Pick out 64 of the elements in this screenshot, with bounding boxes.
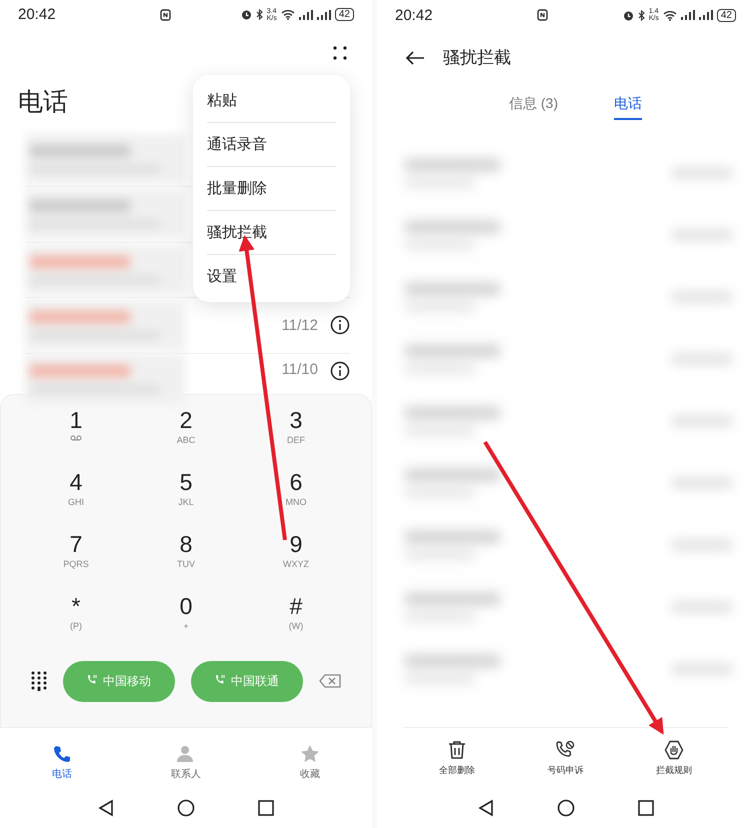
dial-key[interactable]: # (W): [241, 592, 351, 647]
dial-key[interactable]: 0 +: [131, 592, 241, 647]
dial-key[interactable]: 9 WXYZ: [241, 530, 351, 585]
toolbar-button[interactable]: 全部删除: [433, 738, 482, 778]
battery-indicator: 42: [334, 8, 354, 22]
menu-item[interactable]: 粘贴: [207, 79, 336, 123]
signal-icon: [680, 10, 695, 20]
menu-item[interactable]: 骚扰拦截: [207, 211, 336, 255]
phone-icon: [52, 744, 72, 764]
dial-key[interactable]: 4 GHI: [21, 468, 131, 523]
nfc-icon: [160, 8, 171, 21]
back-nav-icon[interactable]: [476, 798, 494, 816]
status-time: 20:42: [395, 6, 434, 24]
alarm-icon: [240, 9, 252, 20]
recents-nav-icon[interactable]: [257, 798, 275, 817]
bottom-tab[interactable]: 收藏: [280, 744, 340, 781]
wifi-icon: [280, 9, 295, 20]
backspace-icon[interactable]: [319, 674, 341, 688]
dialpad-icon[interactable]: [31, 671, 47, 692]
tab[interactable]: 电话: [614, 85, 642, 120]
phone-block-icon: [555, 740, 576, 760]
alarm-icon: [622, 10, 634, 20]
hand-shield-icon: [664, 740, 684, 760]
menu-item[interactable]: 批量删除: [207, 167, 336, 211]
dial-key[interactable]: 2 ABC: [131, 406, 241, 461]
bluetooth-icon: [256, 9, 263, 20]
dial-key[interactable]: 8 TUV: [131, 530, 241, 585]
dial-key[interactable]: 6 MNO: [241, 468, 351, 523]
menu-item[interactable]: 设置: [207, 255, 336, 298]
trash-icon: [448, 740, 466, 760]
home-nav-icon[interactable]: [556, 798, 574, 816]
dial-key[interactable]: 3 DEF: [241, 406, 351, 461]
call-date: 11/10: [282, 360, 318, 378]
nfc-icon: [537, 9, 548, 21]
person-icon: [176, 744, 196, 764]
tab[interactable]: 信息 (3): [509, 85, 558, 120]
back-nav-icon[interactable]: [97, 798, 115, 817]
battery-indicator: 42: [716, 8, 736, 22]
page-title: 电话: [17, 86, 68, 118]
info-icon[interactable]: [330, 360, 350, 381]
bottom-tab[interactable]: 联系人: [156, 744, 216, 781]
voicemail-icon: [70, 434, 82, 441]
info-icon[interactable]: [330, 315, 350, 336]
dial-key[interactable]: * (P): [21, 592, 131, 647]
page-title: 骚扰拦截: [443, 47, 511, 69]
dial-key[interactable]: 7 PQRS: [21, 530, 131, 585]
toolbar-button[interactable]: 号码申诉: [541, 738, 590, 778]
toolbar-button[interactable]: 拦截规则: [650, 738, 698, 778]
menu-item[interactable]: 通话录音: [207, 123, 336, 167]
more-icon[interactable]: [333, 46, 347, 60]
signal-icon: [316, 10, 331, 20]
status-time: 20:42: [18, 6, 57, 24]
bluetooth-icon: [638, 10, 645, 20]
back-icon[interactable]: [405, 50, 425, 64]
call-date: 11/12: [282, 316, 318, 334]
dial-key[interactable]: 1: [21, 406, 131, 461]
home-nav-icon[interactable]: [177, 798, 195, 817]
star-icon: [300, 744, 320, 764]
bottom-tab[interactable]: 电话: [32, 744, 92, 781]
signal-icon: [698, 10, 713, 20]
recents-nav-icon[interactable]: [636, 798, 654, 816]
wifi-icon: [662, 10, 677, 20]
signal-icon: [298, 10, 313, 20]
dial-key[interactable]: 5 JKL: [131, 468, 241, 523]
